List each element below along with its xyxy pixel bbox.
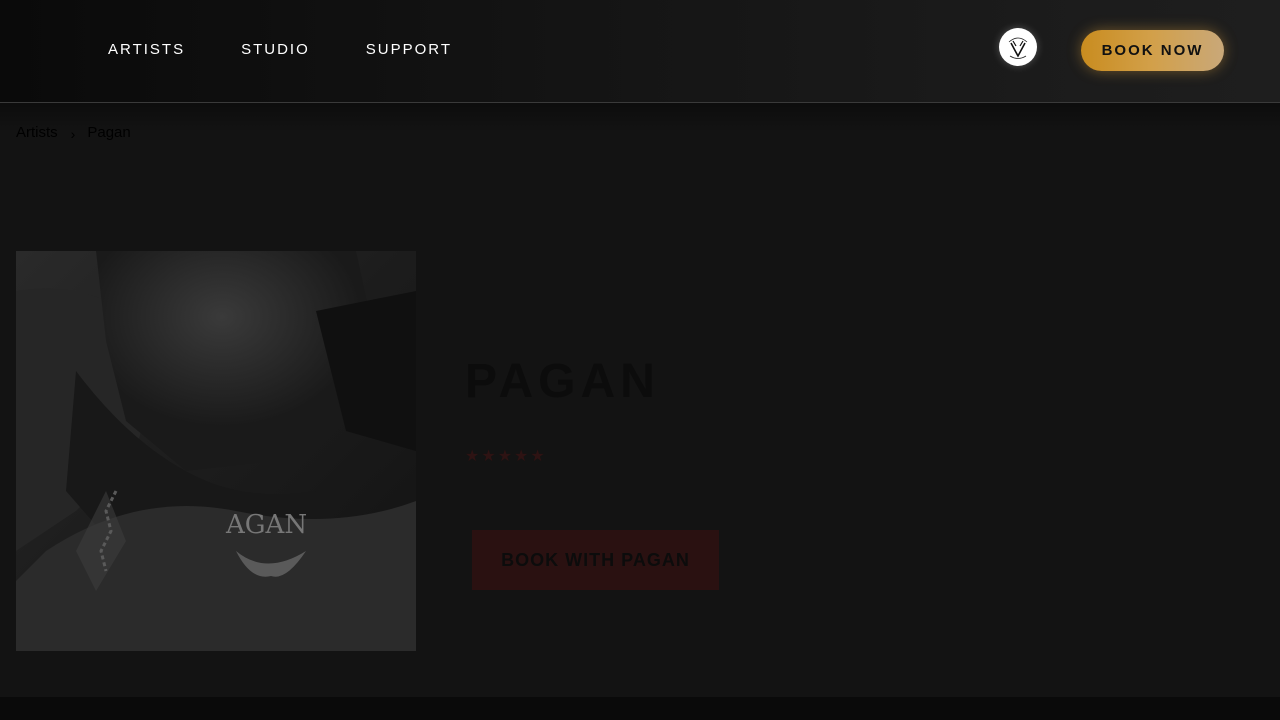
artist-name: PAGAN: [465, 355, 660, 408]
artist-photo: AGAN: [16, 251, 416, 651]
nav-studio[interactable]: STUDIO: [241, 41, 310, 59]
book-with-artist-button[interactable]: BOOK WITH PAGAN: [472, 530, 719, 590]
breadcrumb-separator-icon: ›: [70, 125, 76, 142]
star-icon: ★: [497, 448, 513, 465]
star-icon: ★: [514, 448, 529, 465]
artist-rating: ★ ★ ★ ★ ★: [465, 449, 545, 465]
photo-tattoo-text: AGAN: [225, 510, 307, 540]
footer-strip: [0, 697, 1280, 720]
artist-page: ARTISTS STUDIO SUPPORT BOOK NOW Artists …: [0, 0, 1280, 720]
main-nav: ARTISTS STUDIO SUPPORT: [108, 41, 508, 59]
book-now-button[interactable]: BOOK NOW: [1081, 30, 1224, 71]
artist-photo-image: AGAN: [16, 251, 416, 651]
nav-artists[interactable]: ARTISTS: [108, 41, 185, 59]
breadcrumb: Artists › Pagan: [16, 124, 131, 142]
site-header: ARTISTS STUDIO SUPPORT BOOK NOW: [0, 0, 1280, 103]
star-icon: ★: [530, 448, 545, 465]
studio-logo-graphic: [1008, 37, 1028, 59]
header-shadow: [0, 103, 1280, 133]
star-icon: ★: [465, 448, 480, 465]
studio-logo-icon[interactable]: [999, 28, 1037, 66]
breadcrumb-current: Pagan: [87, 124, 131, 141]
star-icon: ★: [481, 448, 496, 465]
breadcrumb-artists[interactable]: Artists: [16, 124, 58, 141]
nav-support[interactable]: SUPPORT: [366, 41, 452, 59]
